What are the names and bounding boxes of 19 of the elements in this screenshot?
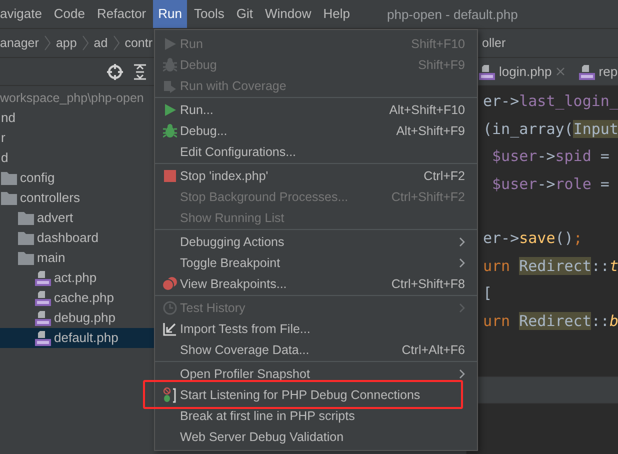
code-line: $user->spid = (491, 147, 610, 166)
shortcut-label: Ctrl+Shift+F8 (391, 276, 465, 290)
shortcut-label: Alt+Shift+F10 (389, 102, 465, 116)
code-line: $user->role = (491, 174, 610, 193)
tab-label: login.php (499, 64, 552, 79)
code-line: er->save(); (483, 228, 582, 247)
shortcut-label: Ctrl+Shift+F2 (391, 190, 465, 204)
shortcut-label: Shift+F9 (418, 58, 465, 72)
code-line: urn Redirect::b (483, 312, 618, 330)
shortcut-label: Shift+F10 (411, 36, 465, 50)
project-path: workspace_php\php-open (0, 90, 145, 107)
shortcut-label: Ctrl+F2 (424, 168, 465, 182)
shortcut-label: Alt+Shift+F9 (396, 124, 465, 138)
code-line: (in_array(Input (483, 120, 618, 138)
shortcut-label: Ctrl+Alt+F6 (402, 342, 465, 356)
code-line: [ (483, 284, 492, 302)
window-title: php-open - default.php (386, 6, 518, 22)
code-line: urn Redirect::t (483, 256, 618, 275)
tab-label: rep (598, 64, 618, 79)
